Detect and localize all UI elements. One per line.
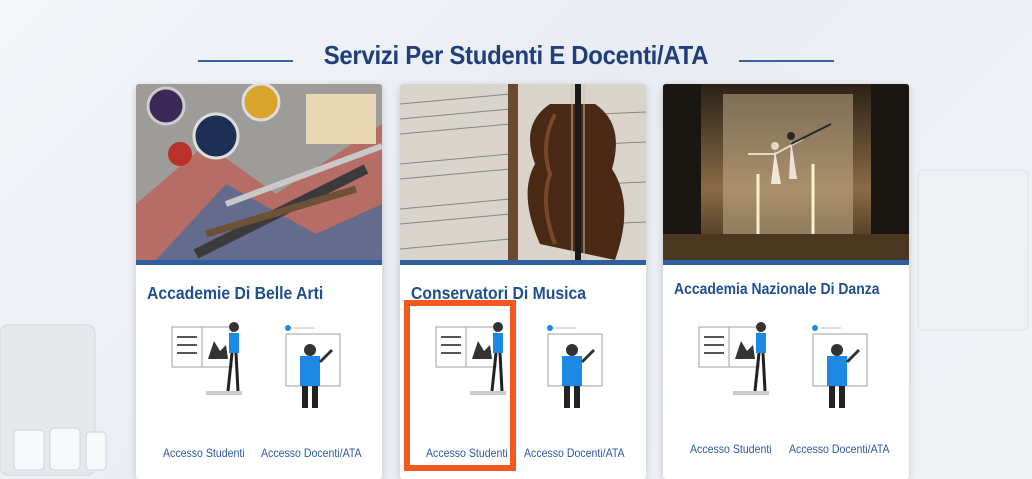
link-accesso-docenti[interactable]: Accesso Docenti/ATA — [524, 446, 625, 460]
teachers-illustration — [547, 325, 603, 408]
heading-line-left — [198, 59, 294, 62]
students-illustration — [698, 322, 769, 395]
students-illustration — [171, 322, 242, 395]
link-accesso-studenti[interactable]: Accesso Studenti — [163, 446, 245, 460]
card-image-ballet-dancers — [663, 84, 909, 260]
card-title: Accademie Di Belle Arti — [147, 283, 324, 303]
card-image-violin — [400, 84, 646, 260]
link-accesso-docenti[interactable]: Accesso Docenti/ATA — [789, 442, 890, 456]
card-accent-bar — [663, 260, 909, 265]
card-image-paint-palette — [136, 84, 382, 260]
link-accesso-studenti[interactable]: Accesso Studenti — [690, 442, 772, 456]
card-danza[interactable]: Accademia Nazionale Di Danza Accesso Stu… — [663, 84, 909, 479]
card-title: Accademia Nazionale Di Danza — [674, 281, 880, 298]
highlight-box — [404, 300, 516, 471]
card-accent-bar — [136, 260, 382, 265]
teachers-illustration — [812, 325, 868, 408]
link-accesso-docenti[interactable]: Accesso Docenti/ATA — [261, 446, 362, 460]
section-header: Servizi Per Studenti E Docenti/ATA — [0, 40, 1032, 71]
teachers-illustration — [285, 325, 341, 408]
section-title: Servizi Per Studenti E Docenti/ATA — [323, 40, 709, 70]
card-belle-arti[interactable]: Accademie Di Belle Arti Accesso Studenti… — [136, 84, 382, 479]
heading-line-right — [738, 59, 834, 62]
card-accent-bar — [400, 260, 646, 265]
